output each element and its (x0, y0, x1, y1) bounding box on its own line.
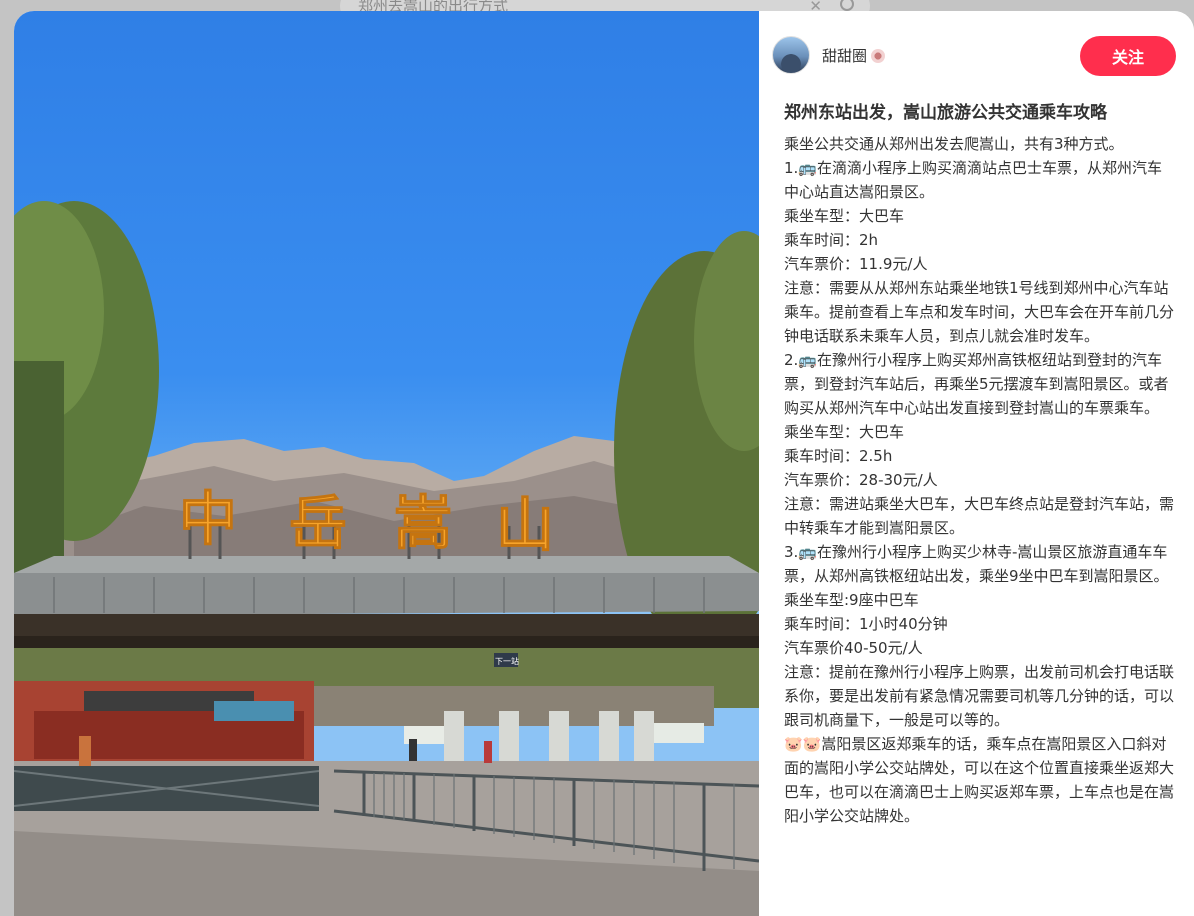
search-icon (840, 0, 854, 11)
post-title: 郑州东站出发，嵩山旅游公共交通乘车攻略 (784, 103, 1107, 123)
post-sidebar: 甜甜圈 关注 郑州东站出发，嵩山旅游公共交通乘车攻略 乘坐公共交通从郑州出发去爬… (759, 11, 1194, 916)
post-body: 乘坐公共交通从郑州出发去爬嵩山，共有3种方式。 1.🚌在滴滴小程序上购买滴滴站点… (784, 135, 1175, 825)
author-badge-icon (871, 48, 886, 63)
gate-roof-top (14, 556, 759, 573)
photo-scene: 中 岳 嵩 山 下一站 (14, 201, 759, 916)
sign-char-1: 中 (179, 485, 237, 553)
avatar[interactable] (772, 36, 810, 74)
author-name[interactable]: 甜甜圈 (822, 45, 886, 66)
sign-char-4: 山 (496, 491, 554, 559)
station-sign: 下一站 (495, 656, 519, 666)
gate-roof (14, 573, 759, 616)
author-info[interactable]: 甜甜圈 (772, 36, 886, 74)
author-name-text[interactable]: 甜甜圈 (822, 47, 867, 65)
note-detail-modal: 中 岳 嵩 山 下一站 甜甜圈 关注 郑州东站出发，嵩山旅游公共交通乘车攻略 乘… (14, 11, 1194, 916)
sign-char-2: 岳 (289, 489, 347, 557)
post-photo[interactable]: 中 岳 嵩 山 下一站 (14, 11, 759, 916)
sign-char-3: 嵩 (394, 489, 452, 557)
follow-button[interactable]: 关注 (1080, 36, 1176, 76)
fence-left (14, 766, 320, 811)
